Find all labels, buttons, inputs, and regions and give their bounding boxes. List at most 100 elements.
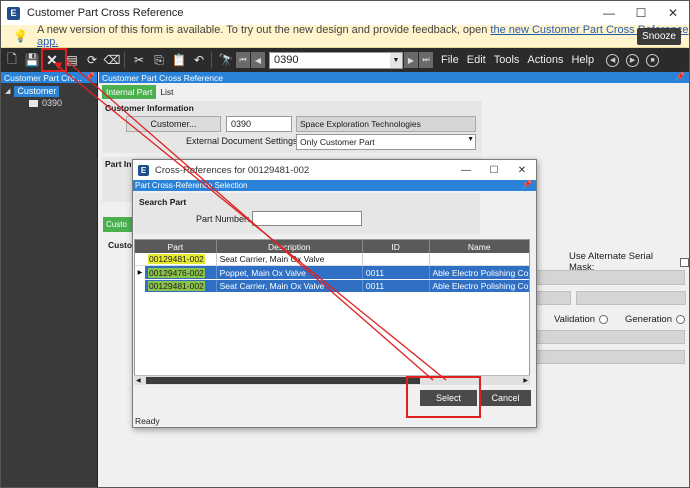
column-header-description[interactable]: Description xyxy=(217,240,363,253)
tree-node-label: 0390 xyxy=(42,98,63,108)
first-record-icon[interactable]: ⏮ xyxy=(236,52,250,68)
record-combo[interactable]: 0390 ▼ xyxy=(269,51,403,69)
last-record-icon[interactable]: ⏭ xyxy=(419,52,433,68)
customer-id-field[interactable]: 0390 xyxy=(226,116,292,132)
banner-message: A new version of this form is available.… xyxy=(36,24,488,36)
expand-icon[interactable]: ◢ xyxy=(5,87,10,95)
next-record-icon[interactable]: ▶ xyxy=(404,52,418,68)
cell-part-value: 00129481-002 xyxy=(147,254,205,264)
cell-part: 00129481-002 xyxy=(145,280,217,292)
menu-help[interactable]: Help xyxy=(571,54,594,66)
dialog-status-text: Ready xyxy=(135,416,160,426)
dialog-title: Cross-References for 00129481-002 xyxy=(155,164,310,176)
cell-name: Able Electro Polishing Co. xyxy=(432,267,529,278)
forward-icon[interactable]: ▶ xyxy=(626,53,640,67)
table-row[interactable]: 00129481-002 Seat Carrier, Main Ox Valve… xyxy=(135,279,529,292)
table-row[interactable]: 00129481-002 Seat Carrier, Main Ox Valve xyxy=(135,253,529,266)
previous-record-icon[interactable]: ◀ xyxy=(251,52,265,68)
dialog-minimize-button[interactable]: — xyxy=(452,160,480,180)
customer-button[interactable]: Customer... xyxy=(126,116,221,132)
main-pane-title: Customer Part Cross Reference xyxy=(102,72,223,83)
app-window: E Customer Part Cross Reference — ☐ ✕ 💡 … xyxy=(0,0,690,488)
toolbar-separator xyxy=(211,52,212,68)
search-icon[interactable]: 🔭 xyxy=(217,51,235,69)
ext-doc-settings-label: External Document Settings: xyxy=(186,136,301,146)
column-header-name[interactable]: Name xyxy=(430,240,529,253)
toolbar: 🗋 💾 ✕ ▤ ⟳ ⌫ ✂ ⎘ 📋 ↶ 🔭 ⏮ ◀ 0390 ▼ ▶ ⏭ Fil… xyxy=(1,48,689,72)
row-indicator xyxy=(135,253,145,265)
paste-icon[interactable]: 📋 xyxy=(170,51,188,69)
serial-field-1[interactable] xyxy=(535,270,685,285)
generation-label: Generation xyxy=(625,314,673,325)
row-indicator xyxy=(135,280,145,292)
snooze-button[interactable]: Snooze xyxy=(637,28,681,45)
menu-actions[interactable]: Actions xyxy=(527,54,563,66)
pin-icon[interactable]: 📌 xyxy=(85,72,95,81)
tab-internal-part[interactable]: Internal Part xyxy=(102,85,157,99)
tree-node-customer[interactable]: ◢ Customer xyxy=(1,85,97,97)
ext-doc-settings-select[interactable]: Only Customer Part ▼ xyxy=(296,134,476,150)
pin-icon[interactable]: 📌 xyxy=(675,72,685,81)
cell-part-value: 00129476-002 xyxy=(147,267,205,278)
tree-node-0390[interactable]: 0390 xyxy=(1,97,97,109)
menu-file[interactable]: File xyxy=(441,54,459,66)
folder-icon xyxy=(29,99,38,107)
mask-field-2[interactable] xyxy=(535,350,685,364)
tab-list[interactable]: List xyxy=(156,85,177,99)
menu-edit[interactable]: Edit xyxy=(467,54,486,66)
search-part-group: Search Part Part Number: xyxy=(134,193,480,234)
cancel-button[interactable]: Cancel xyxy=(480,390,531,406)
back-icon[interactable]: ◀ xyxy=(606,53,620,67)
copy-icon[interactable]: ⎘ xyxy=(150,51,168,69)
column-header-part[interactable]: Part xyxy=(135,240,217,253)
tree-node-label: Customer xyxy=(14,85,60,97)
cell-name: Able Electro Polishing Co. xyxy=(432,281,529,291)
window-controls: — ☐ ✕ xyxy=(593,1,689,25)
menu-tools[interactable]: Tools xyxy=(494,54,520,66)
dialog-window-controls: — ☐ ✕ xyxy=(452,160,536,180)
cell-description: Seat Carrier, Main Ox Valve xyxy=(217,253,363,265)
dialog-maximize-button[interactable]: ☐ xyxy=(480,160,508,180)
cell-id xyxy=(363,253,430,265)
generation-row: Generation xyxy=(625,314,686,325)
cell-part: 00129481-002 xyxy=(145,253,217,265)
pin-icon[interactable]: 📌 xyxy=(522,180,532,189)
dialog-section-header: Part Cross-Reference Selection 📌 xyxy=(133,180,536,191)
chevron-down-icon[interactable]: ▼ xyxy=(467,136,474,143)
table-row[interactable]: ▶ 00129476-002 Poppet, Main Ox Valve 001… xyxy=(135,266,529,279)
annotation-highlight-select xyxy=(406,376,481,418)
column-header-id[interactable]: ID xyxy=(363,240,430,253)
save-icon[interactable]: 💾 xyxy=(23,51,41,69)
toolbar-separator xyxy=(124,52,125,68)
generation-radio[interactable] xyxy=(676,315,686,324)
main-tabs: Internal Part List xyxy=(102,85,178,99)
cell-id: 0011 xyxy=(363,266,430,279)
close-button[interactable]: ✕ xyxy=(657,1,689,25)
serial-field-2[interactable] xyxy=(535,291,571,305)
maximize-button[interactable]: ☐ xyxy=(625,1,657,25)
stop-icon[interactable]: ■ xyxy=(646,53,660,67)
alt-serial-mask-checkbox[interactable] xyxy=(680,257,689,267)
minimize-button[interactable]: — xyxy=(593,1,625,25)
dialog-title-bar: E Cross-References for 00129481-002 — ☐ … xyxy=(133,160,536,180)
cut-icon[interactable]: ✂ xyxy=(130,51,148,69)
validation-radio[interactable] xyxy=(599,315,609,324)
mask-field-1[interactable] xyxy=(535,330,685,344)
scroll-left-icon[interactable]: ◀ xyxy=(136,377,141,384)
undo-icon[interactable]: ↶ xyxy=(190,51,208,69)
part-number-input[interactable] xyxy=(252,211,362,226)
new-icon[interactable]: 🗋 xyxy=(3,51,21,69)
clear-icon[interactable]: ⌫ xyxy=(103,51,121,69)
scroll-right-icon[interactable]: ▶ xyxy=(523,377,528,384)
refresh-icon[interactable]: ⟳ xyxy=(83,51,101,69)
cell-part-value: 00129481-002 xyxy=(147,281,205,291)
dialog-close-button[interactable]: ✕ xyxy=(508,160,536,180)
customer-name-field: Space Exploration Technologies xyxy=(296,116,476,132)
row-pointer-icon: ▶ xyxy=(135,266,145,279)
scrollbar-thumb[interactable] xyxy=(146,377,420,384)
cell-id: 0011 xyxy=(363,280,430,292)
cell-description: Poppet, Main Ox Valve xyxy=(217,266,363,279)
chevron-down-icon[interactable]: ▼ xyxy=(390,52,402,68)
serial-field-3[interactable] xyxy=(576,291,686,305)
tree-pane-header: Customer Part Cro... 📌 xyxy=(1,72,97,83)
